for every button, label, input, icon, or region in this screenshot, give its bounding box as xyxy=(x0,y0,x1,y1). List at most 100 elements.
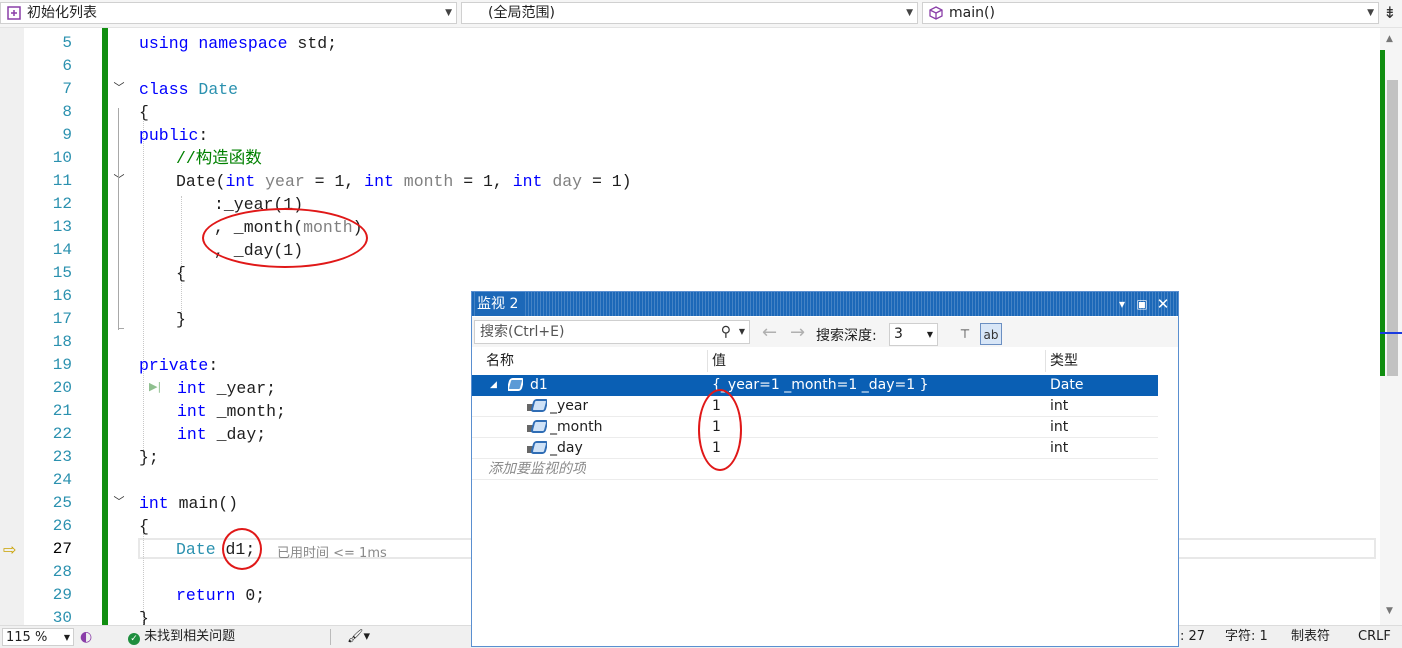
tabs-indicator[interactable]: 制表符 xyxy=(1291,626,1330,648)
fold-icon[interactable]: ﹀ xyxy=(112,81,126,95)
watch-name: _day xyxy=(550,440,583,456)
annotation-circle xyxy=(202,208,368,268)
column-header-type[interactable]: 类型 xyxy=(1046,350,1158,372)
chevron-down-icon: ▼ xyxy=(445,8,452,18)
watch-search-input[interactable]: 搜索(Ctrl+E) ⚲ ▼ xyxy=(474,320,750,344)
fold-icon[interactable]: ﹀ xyxy=(112,495,126,509)
intellicode-icon[interactable]: ◐ xyxy=(80,626,92,648)
watch-row[interactable]: _year 1 int xyxy=(472,396,1158,417)
window-menu-icon[interactable]: ▾ xyxy=(1112,292,1132,316)
check-icon: ✓ xyxy=(128,633,140,645)
project-name: 初始化列表 xyxy=(27,5,97,21)
lock-icon xyxy=(527,438,547,459)
collapse-icon[interactable]: ◢ xyxy=(490,375,497,396)
line-number: 29 xyxy=(52,586,72,604)
line-number: 10 xyxy=(52,149,72,167)
chevron-down-icon[interactable]: ▼ xyxy=(739,321,745,343)
code-line-19: private: xyxy=(139,356,219,375)
maximize-icon[interactable]: ▣ xyxy=(1132,292,1152,316)
fold-icon[interactable]: ﹀ xyxy=(112,173,126,187)
scope-dropdown[interactable]: (全局范围) ▼ xyxy=(461,2,918,24)
indent-guide xyxy=(143,112,144,452)
arrow-right-icon[interactable]: → xyxy=(790,322,805,343)
watch-name: d1 xyxy=(530,377,548,393)
function-dropdown[interactable]: main() ▼ xyxy=(922,2,1379,24)
code-line-10: //构造函数 xyxy=(176,149,262,168)
code-line-29: return 0; xyxy=(176,586,266,605)
line-number: 14 xyxy=(52,241,72,259)
caret-marker xyxy=(1380,332,1402,334)
exec-arrow-icon: ⇨ xyxy=(3,540,17,559)
code-line-25: int main() xyxy=(139,494,239,513)
line-number: 6 xyxy=(62,57,72,75)
code-line-22: int _day; xyxy=(177,425,267,444)
watch-type: int xyxy=(1050,440,1069,456)
split-icon[interactable]: ⇟ xyxy=(1382,4,1398,22)
line-number: 27 xyxy=(52,540,72,558)
line-number: 13 xyxy=(52,218,72,236)
column-header-value[interactable]: 值 xyxy=(708,350,1046,372)
chevron-down-icon: ▼ xyxy=(63,633,70,642)
chevron-down-icon: ▼ xyxy=(906,8,913,18)
arrow-left-icon[interactable]: ← xyxy=(762,322,777,343)
project-dropdown[interactable]: 初始化列表 ▼ xyxy=(0,2,457,24)
col-indicator[interactable]: : 27 xyxy=(1180,626,1205,648)
watch-title-bar[interactable]: 监视 2 ▾ ▣ ✕ xyxy=(472,292,1178,316)
watch-value[interactable]: {_year=1 _month=1 _day=1 } xyxy=(712,375,929,396)
line-number: 25 xyxy=(52,494,72,512)
object-icon xyxy=(508,375,523,396)
change-marker xyxy=(1380,50,1385,376)
line-number: 18 xyxy=(52,333,72,351)
zoom-dropdown[interactable]: 115 % ▼ xyxy=(2,628,74,646)
code-line-7: class Date xyxy=(139,80,239,99)
code-line-15: { xyxy=(176,264,186,283)
watch-row[interactable]: _day 1 int xyxy=(472,438,1158,459)
code-line-8: { xyxy=(139,103,149,122)
add-watch-row[interactable]: 添加要监视的项 xyxy=(472,459,1158,480)
char-indicator[interactable]: 字符: 1 xyxy=(1225,626,1268,648)
line-number: 19 xyxy=(52,356,72,374)
annotation-circle xyxy=(698,389,742,471)
add-watch-placeholder: 添加要监视的项 xyxy=(488,461,586,477)
line-number: 16 xyxy=(52,287,72,305)
line-number: 26 xyxy=(52,517,72,535)
depth-label: 搜索深度: xyxy=(816,328,877,344)
hex-icon[interactable]: ab xyxy=(980,323,1002,345)
column-header-name[interactable]: 名称 xyxy=(482,350,708,372)
lock-icon xyxy=(527,396,547,417)
watch-title: 监视 2 xyxy=(477,292,525,316)
code-line-9: public: xyxy=(139,126,209,145)
search-icon[interactable]: ⚲ xyxy=(721,321,731,343)
close-icon[interactable]: ✕ xyxy=(1153,292,1173,316)
pin-icon[interactable]: ⊤ xyxy=(954,323,976,345)
code-line-26: { xyxy=(139,517,149,536)
line-number: 30 xyxy=(52,609,72,625)
vertical-scrollbar[interactable]: ▲ ▼ xyxy=(1380,28,1402,625)
watch-name: _year xyxy=(550,398,589,414)
perf-tip[interactable]: 已用时间 <= 1ms xyxy=(277,542,387,561)
scroll-down-icon[interactable]: ▼ xyxy=(1386,606,1393,616)
line-number: 11 xyxy=(52,172,72,190)
watch-type: int xyxy=(1050,398,1069,414)
code-line-17: } xyxy=(176,310,186,329)
issues-indicator[interactable]: ✓ 未找到相关问题 xyxy=(128,626,235,648)
depth-dropdown[interactable]: 3 ▼ xyxy=(889,323,938,346)
search-placeholder: 搜索(Ctrl+E) xyxy=(480,324,565,340)
line-number: 15 xyxy=(52,264,72,282)
eol-indicator[interactable]: CRLF xyxy=(1358,626,1391,648)
scope-name: (全局范围) xyxy=(488,5,555,21)
chevron-down-icon: ▼ xyxy=(926,330,933,339)
watch-row[interactable]: ◢ d1 {_year=1 _month=1 _day=1 } Date xyxy=(472,375,1158,396)
code-line-23: }; xyxy=(139,448,159,467)
change-tracking-bar xyxy=(102,28,108,625)
scroll-up-icon[interactable]: ▲ xyxy=(1386,34,1393,44)
watch-type: Date xyxy=(1050,377,1084,393)
navigation-bar: 初始化列表 ▼ (全局范围) ▼ main() ▼ ⇟ xyxy=(0,0,1402,28)
line-number: 7 xyxy=(62,80,72,98)
brush-icon[interactable]: 🖌▾ xyxy=(347,626,370,648)
watch-row[interactable]: _month 1 int xyxy=(472,417,1158,438)
divider xyxy=(330,629,331,645)
code-line-11: Date(int year = 1, int month = 1, int da… xyxy=(176,172,632,191)
indent-guide xyxy=(181,196,182,326)
run-to-click-icon[interactable]: ▶| xyxy=(149,380,161,393)
